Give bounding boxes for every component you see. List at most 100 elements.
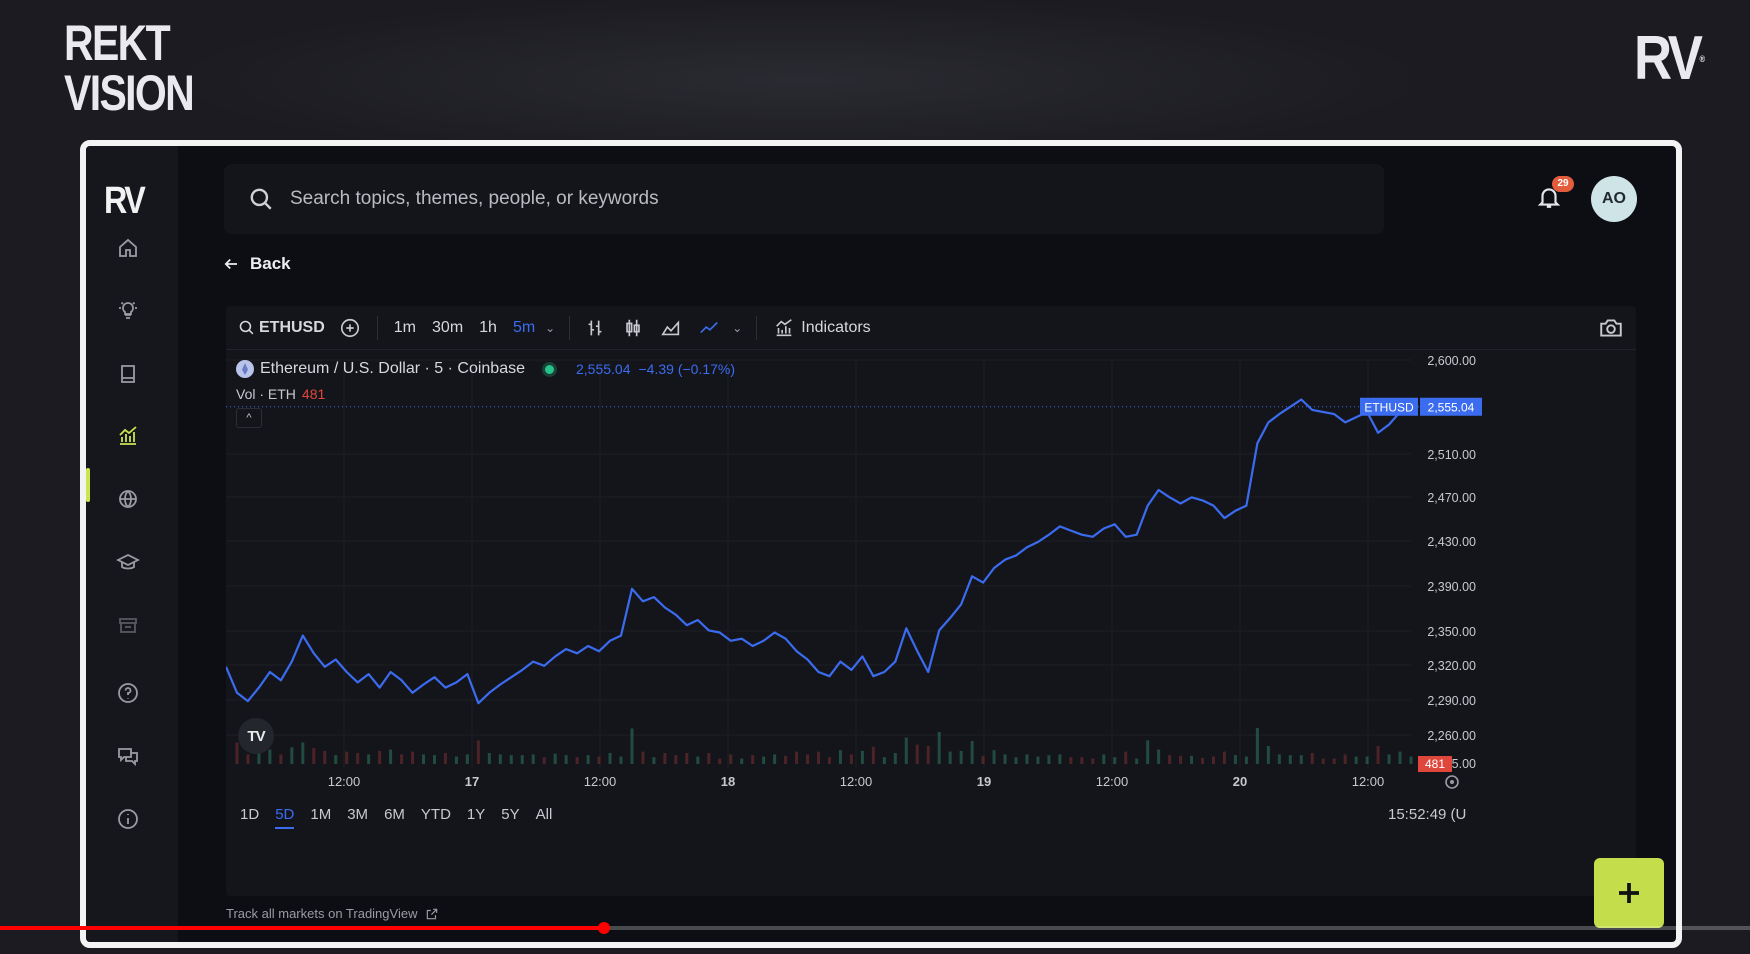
sidebar-item-home[interactable] <box>108 228 148 268</box>
volume-bar <box>378 750 382 764</box>
arrow-left-icon <box>224 258 237 270</box>
volume-bar <box>1069 757 1073 764</box>
notification-badge: 29 <box>1552 176 1574 192</box>
volume-bar <box>1387 754 1391 764</box>
volume-axis-label: 5.00 <box>1452 757 1476 771</box>
price-chart[interactable]: 12:00 17 12:00 18 12:00 19 12:00 20 12:00 2,600.0… <box>226 350 1636 790</box>
chart-legend: Ethereum / U.S. Dollar · 5 · Coinbase 2,… <box>236 360 735 378</box>
volume-bar <box>992 750 996 764</box>
volume-bar <box>707 753 711 764</box>
volume-bar <box>301 742 305 764</box>
snapshot-button[interactable] <box>1598 315 1624 346</box>
area-style-button[interactable] <box>658 315 684 341</box>
video-scrubber-handle[interactable] <box>597 922 610 934</box>
rekt-vision-logo: REKT VISION <box>64 18 195 118</box>
y-tick-label: 2,510.00 <box>1427 448 1476 462</box>
volume-bar <box>1135 758 1139 764</box>
add-button[interactable] <box>1594 858 1664 928</box>
sidebar-item-education[interactable] <box>108 542 148 582</box>
volume-bar <box>904 737 908 764</box>
y-tick-label: 2,290.00 <box>1427 694 1476 708</box>
help-icon <box>118 683 138 703</box>
range-all[interactable]: All <box>536 806 553 829</box>
chart-widget: ETHUSD 1m 30m 1h 5m ⌄ ⌄ Indicators 12:00… <box>226 306 1636 896</box>
tradingview-logo-icon[interactable]: TV <box>238 718 274 754</box>
sidebar-item-info[interactable] <box>108 799 148 839</box>
back-label: Back <box>250 254 291 273</box>
range-1y[interactable]: 1Y <box>467 806 485 829</box>
volume-bar <box>1014 757 1018 764</box>
sidebar-item-archive[interactable] <box>108 605 148 645</box>
volume-bar <box>1201 757 1205 764</box>
volume-bar <box>926 746 930 764</box>
line-chart-icon <box>700 321 719 333</box>
volume-bar <box>586 755 590 764</box>
volume-bar <box>860 750 864 764</box>
volume-bar <box>1113 757 1117 764</box>
volume-bar <box>1310 753 1314 764</box>
x-tick-label: 17 <box>465 774 479 789</box>
lightbulb-icon <box>119 301 137 319</box>
plus-circle-icon <box>340 318 359 337</box>
chevron-up-icon: ^ <box>246 412 252 424</box>
ethereum-coin-icon <box>236 360 254 378</box>
bars-style-button[interactable] <box>582 315 608 341</box>
range-1d[interactable]: 1D <box>240 806 259 829</box>
chart-style-chevron-icon[interactable]: ⌄ <box>732 321 742 335</box>
sidebar-item-ideas[interactable] <box>108 290 148 330</box>
interval-5m[interactable]: 5m <box>513 319 535 337</box>
volume-bar <box>871 746 875 764</box>
range-5y[interactable]: 5Y <box>501 806 519 829</box>
video-progress-bar[interactable] <box>0 922 1750 934</box>
volume-bar <box>1332 758 1336 764</box>
rv-corner-text: RV <box>1634 24 1703 93</box>
sidebar-item-chat[interactable] <box>108 736 148 776</box>
volume-bar <box>400 754 404 764</box>
range-1m[interactable]: 1M <box>310 806 331 829</box>
x-tick-label: 12:00 <box>840 774 873 789</box>
volume-bar <box>641 751 645 764</box>
sidebar-item-help[interactable] <box>108 673 148 713</box>
volume-bar <box>630 728 634 764</box>
range-3m[interactable]: 3M <box>347 806 368 829</box>
range-6m[interactable]: 6M <box>384 806 405 829</box>
search-input[interactable] <box>290 188 1190 210</box>
symbol-search[interactable]: ETHUSD <box>238 319 325 337</box>
search-bar[interactable] <box>224 164 1384 234</box>
chart-toolbar: ETHUSD 1m 30m 1h 5m ⌄ ⌄ Indicators <box>226 306 1636 350</box>
tradingview-link[interactable]: Track all markets on TradingView <box>226 906 439 921</box>
range-ytd[interactable]: YTD <box>421 806 451 829</box>
volume-bar <box>323 750 327 764</box>
info-icon <box>118 809 138 829</box>
interval-30m[interactable]: 30m <box>432 319 463 337</box>
sidebar-item-library[interactable] <box>108 354 148 394</box>
volume-bar <box>937 732 941 764</box>
interval-1m[interactable]: 1m <box>394 319 416 337</box>
compare-symbol-button[interactable] <box>337 315 363 341</box>
volume-bar <box>827 757 831 764</box>
x-tick-label: 20 <box>1233 774 1247 789</box>
collapse-legend-button[interactable]: ^ <box>236 408 262 428</box>
volume-bar <box>1190 755 1194 764</box>
volume-bar <box>652 757 656 764</box>
indicators-button[interactable]: Indicators <box>773 317 871 339</box>
volume-bar <box>1058 754 1062 764</box>
interval-1h[interactable]: 1h <box>479 319 497 337</box>
sidebar-logo[interactable]: RV <box>104 180 146 223</box>
avatar[interactable]: AO <box>1591 176 1637 222</box>
price-line[interactable] <box>226 398 1412 705</box>
volume-label: Vol · ETH <box>236 386 296 402</box>
range-5d[interactable]: 5D <box>275 806 295 829</box>
back-button[interactable]: Back <box>222 254 291 274</box>
interval-dropdown-chevron-icon[interactable]: ⌄ <box>545 321 555 335</box>
line-style-button[interactable] <box>696 315 722 341</box>
sidebar-item-global[interactable] <box>108 479 148 519</box>
volume-bar <box>773 754 777 764</box>
video-progress-fill <box>0 926 604 930</box>
volume-bar <box>1343 754 1347 764</box>
volume-bar <box>1222 751 1226 764</box>
candles-style-button[interactable] <box>620 315 646 341</box>
sidebar-item-markets[interactable] <box>108 416 148 456</box>
volume-bar <box>1036 756 1040 764</box>
volume-bar <box>334 755 338 764</box>
